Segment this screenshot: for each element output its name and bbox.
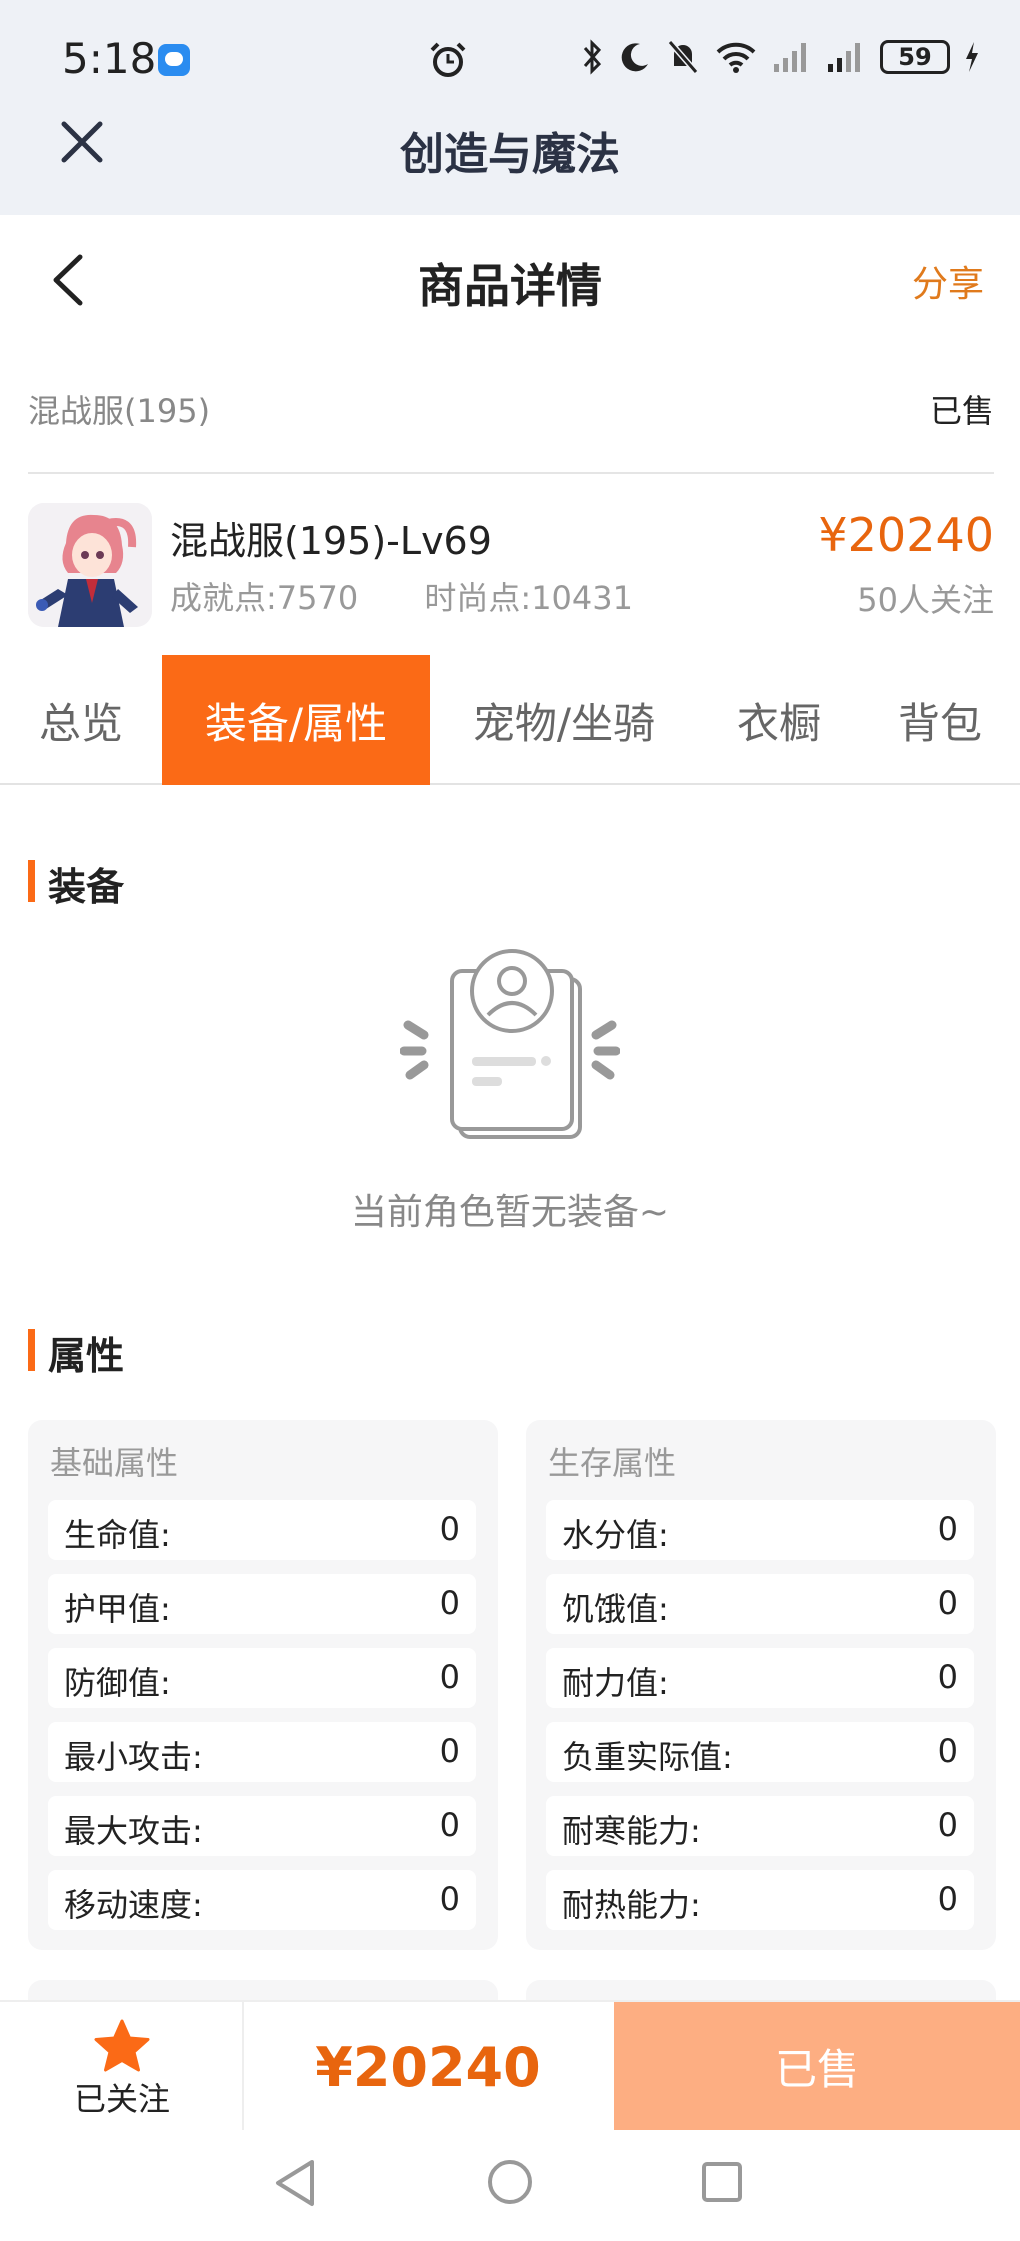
battery-indicator: 59 (880, 40, 950, 74)
achievement-points: 成就点:7570 (170, 579, 359, 617)
attribute-row: 负重实际值: 0 (546, 1722, 974, 1782)
attribute-row: 最大攻击: 0 (48, 1796, 476, 1856)
moon-icon (621, 43, 648, 72)
attribute-value: 0 (937, 1732, 958, 1770)
page-header: 商品详情 分享 (0, 215, 1020, 340)
attribute-value: 0 (937, 1806, 958, 1844)
attribute-label: 耐寒能力: (562, 1812, 701, 1850)
attribute-row: 饥饿值: 0 (546, 1574, 974, 1634)
attribute-value: 0 (937, 1658, 958, 1696)
attribute-row: 最小攻击: 0 (48, 1722, 476, 1782)
home-circle-icon[interactable] (486, 2158, 534, 2210)
attribute-row: 耐力值: 0 (546, 1648, 974, 1708)
product-summary[interactable]: 混战服(195)-Lv69 成就点:7570 时尚点:10431 ¥20240 … (28, 500, 994, 630)
attribute-value: 0 (937, 1880, 958, 1918)
attribute-row: 水分值: 0 (546, 1500, 974, 1560)
attribute-row: 耐寒能力: 0 (546, 1796, 974, 1856)
follower-count: 50人关注 (857, 581, 994, 619)
app-title: 创造与魔法 (400, 129, 620, 180)
bottom-price: ¥20240 (315, 2035, 541, 2099)
system-navigation-bar (0, 2130, 1020, 2241)
share-button[interactable]: 分享 (912, 255, 984, 307)
server-row: 混战服(195) 已售 (28, 380, 994, 474)
tab-pets-mounts[interactable]: 宠物/坐骑 (430, 655, 698, 785)
attribute-label: 最小攻击: (64, 1738, 203, 1776)
status-icons: 59 (582, 38, 980, 76)
bluetooth-icon (583, 39, 602, 75)
attribute-value: 0 (439, 1510, 460, 1548)
follow-button[interactable]: 已关注 (0, 2002, 244, 2132)
product-title: 混战服(195)-Lv69 (170, 519, 492, 563)
attribute-row: 防御值: 0 (48, 1648, 476, 1708)
back-triangle-icon[interactable] (272, 2158, 318, 2212)
sold-status: 已售 (929, 392, 994, 430)
empty-equipment-icon (399, 945, 621, 1149)
alarm-icon (428, 40, 468, 84)
tab-backpack[interactable]: 背包 (860, 655, 1020, 785)
product-stats: 成就点:7570 时尚点:10431 (170, 573, 689, 619)
detail-tabs: 总览 装备/属性 宠物/坐骑 衣橱 背包 (0, 655, 1020, 785)
signal-icon-1 (774, 43, 806, 72)
signal-icon-2 (828, 43, 860, 72)
attribute-label: 耐热能力: (562, 1886, 701, 1924)
attribute-row: 耐热能力: 0 (546, 1870, 974, 1930)
equipment-heading: 装备 (28, 856, 124, 911)
page-title: 商品详情 (418, 259, 602, 313)
charging-icon (966, 42, 978, 72)
wifi-icon (716, 42, 756, 73)
star-icon (92, 2018, 152, 2078)
attribute-value: 0 (937, 1584, 958, 1622)
follow-label: 已关注 (73, 2080, 170, 2118)
tab-overview[interactable]: 总览 (0, 655, 162, 785)
sold-button[interactable]: 已售 (614, 2002, 1020, 2130)
survival-attributes-title: 生存属性 (548, 1444, 677, 1482)
attribute-value: 0 (937, 1510, 958, 1548)
app-title-bar: 创造与魔法 (0, 100, 1020, 215)
basic-attributes-card: 基础属性 生命值: 0 护甲值: 0 防御值: 0 最小攻击: 0 最大攻击: … (28, 1420, 498, 1950)
mute-bell-icon (667, 40, 699, 74)
attribute-value: 0 (439, 1806, 460, 1844)
attribute-value: 0 (439, 1880, 460, 1918)
attribute-row: 生命值: 0 (48, 1500, 476, 1560)
tab-wardrobe[interactable]: 衣橱 (698, 655, 860, 785)
attributes-heading: 属性 (28, 1325, 124, 1380)
attribute-label: 防御值: (64, 1664, 171, 1702)
message-notification-icon (158, 44, 190, 76)
server-name: 混战服(195) (28, 392, 211, 430)
survival-attributes-card: 生存属性 水分值: 0 饥饿值: 0 耐力值: 0 负重实际值: 0 耐寒能力:… (526, 1420, 996, 1950)
attribute-label: 移动速度: (64, 1886, 203, 1924)
bottom-action-bar: 已关注 ¥20240 已售 (0, 2000, 1020, 2132)
product-price: ¥20240 (818, 508, 994, 562)
attribute-label: 护甲值: (64, 1590, 171, 1628)
attribute-label: 生命值: (64, 1516, 171, 1554)
attribute-row: 护甲值: 0 (48, 1574, 476, 1634)
basic-attributes-title: 基础属性 (50, 1444, 179, 1482)
fashion-points: 时尚点:10431 (424, 579, 633, 617)
attribute-label: 水分值: (562, 1516, 669, 1554)
attribute-value: 0 (439, 1584, 460, 1622)
character-avatar (28, 503, 152, 627)
attribute-label: 耐力值: (562, 1664, 669, 1702)
status-time: 5:18 (62, 34, 157, 83)
attribute-label: 最大攻击: (64, 1812, 203, 1850)
attribute-row: 移动速度: 0 (48, 1870, 476, 1930)
attribute-label: 饥饿值: (562, 1590, 669, 1628)
attribute-value: 0 (439, 1732, 460, 1770)
recents-square-icon[interactable] (700, 2160, 744, 2208)
attribute-label: 负重实际值: (562, 1738, 733, 1776)
tab-equipment-attributes[interactable]: 装备/属性 (162, 655, 430, 785)
empty-equipment-message: 当前角色暂无装备~ (350, 1192, 670, 1233)
attribute-value: 0 (439, 1658, 460, 1696)
